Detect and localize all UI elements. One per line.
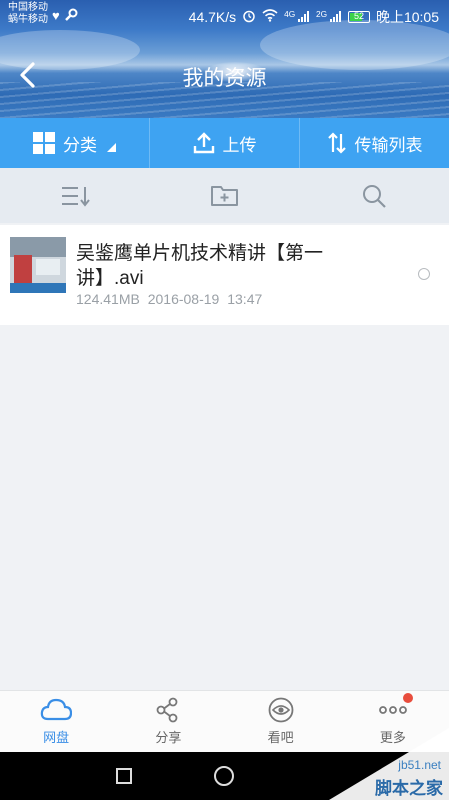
search-icon bbox=[363, 184, 386, 208]
status-right: 44.7K/s 4G 2G 52 晚上10:05 bbox=[189, 7, 439, 27]
status-left-icons: ♥ bbox=[52, 8, 78, 25]
tab-watch-label: 看吧 bbox=[267, 730, 294, 745]
action-toolbar: 分类 上传 传输列表 bbox=[0, 118, 449, 168]
tab-netdisk-label: 网盘 bbox=[43, 730, 70, 745]
clock-time: 晚上10:05 bbox=[375, 9, 439, 25]
carrier-info: 中国移动 蜗牛移动 bbox=[8, 2, 48, 26]
signal-2g-label: 2G bbox=[316, 9, 328, 20]
file-size: 124.41MB bbox=[76, 291, 140, 307]
upload-label: 上传 bbox=[222, 135, 257, 155]
battery-icon: 52 bbox=[347, 11, 370, 23]
share-icon bbox=[156, 697, 178, 723]
alarm-icon bbox=[242, 9, 256, 26]
category-button[interactable]: 分类 bbox=[0, 118, 150, 168]
heart-icon: ♥ bbox=[52, 8, 60, 23]
watermark-text: 脚本之家 bbox=[375, 779, 443, 798]
wifi-icon bbox=[262, 9, 278, 25]
category-label: 分类 bbox=[63, 135, 97, 155]
signal-2g-icon: 2G bbox=[316, 9, 342, 24]
battery-level: 52 bbox=[353, 11, 364, 21]
eye-icon bbox=[268, 697, 294, 723]
file-time: 13:47 bbox=[227, 291, 263, 307]
status-bar: 中国移动 蜗牛移动 ♥ 44.7K/s 4G 2G 52 晚上10:05 bbox=[0, 0, 449, 32]
upload-button[interactable]: 上传 bbox=[150, 118, 300, 168]
carrier-line1: 中国移动 bbox=[8, 2, 48, 13]
file-tools-bar bbox=[0, 168, 449, 223]
wrench-icon bbox=[64, 8, 78, 25]
network-speed: 44.7K/s bbox=[188, 9, 237, 25]
upload-icon bbox=[193, 132, 214, 154]
cloud-icon bbox=[40, 698, 73, 721]
file-date: 2016-08-19 bbox=[147, 291, 220, 307]
navigation-bar: 我的资源 bbox=[0, 50, 449, 100]
tab-share-label: 分享 bbox=[155, 730, 182, 745]
tab-share[interactable]: 分享 bbox=[112, 691, 224, 752]
signal-4g-label: 4G bbox=[284, 9, 296, 20]
transfer-list-label: 传输列表 bbox=[354, 135, 423, 155]
dropdown-triangle-icon bbox=[107, 142, 116, 152]
search-button[interactable] bbox=[299, 168, 449, 223]
signal-4g-icon: 4G bbox=[284, 9, 310, 24]
tab-netdisk[interactable]: 网盘 bbox=[0, 691, 112, 752]
watermark: jb51.net 脚本之家 bbox=[329, 728, 449, 800]
list-item[interactable]: 吴鉴鹰单片机技术精讲【第一讲】.avi 124.41MB 2016-08-19 … bbox=[0, 225, 449, 325]
transfer-arrows-icon bbox=[327, 132, 346, 154]
recent-apps-button[interactable] bbox=[116, 768, 132, 784]
carrier-line2: 蜗牛移动 bbox=[8, 14, 48, 25]
new-folder-icon bbox=[210, 185, 238, 206]
file-list: 吴鉴鹰单片机技术精讲【第一讲】.avi 124.41MB 2016-08-19 … bbox=[0, 225, 449, 325]
file-meta: 124.41MB 2016-08-19 13:47 bbox=[76, 291, 262, 307]
notification-badge bbox=[402, 693, 413, 703]
sort-button[interactable] bbox=[0, 168, 150, 223]
new-folder-button[interactable] bbox=[150, 168, 300, 223]
home-button[interactable] bbox=[214, 766, 234, 786]
select-radio[interactable] bbox=[418, 268, 430, 280]
transfer-list-button[interactable]: 传输列表 bbox=[300, 118, 449, 168]
tab-watch[interactable]: 看吧 bbox=[225, 691, 337, 752]
watermark-url: jb51.net bbox=[398, 758, 441, 772]
sort-icon bbox=[61, 186, 90, 207]
grid-icon bbox=[33, 132, 55, 154]
file-name: 吴鉴鹰单片机技术精讲【第一讲】.avi bbox=[76, 243, 324, 289]
page-title: 我的资源 bbox=[182, 67, 267, 90]
video-thumbnail bbox=[10, 237, 66, 293]
